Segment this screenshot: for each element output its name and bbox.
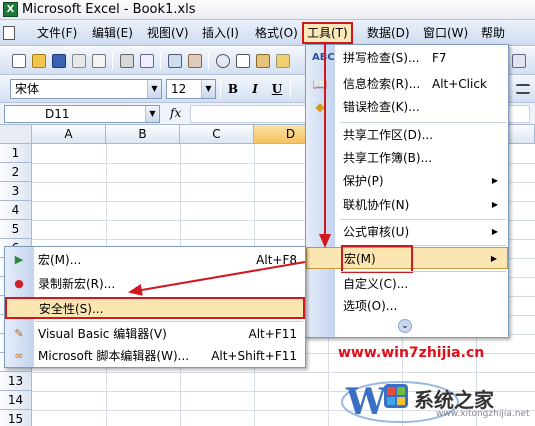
error-check-icon: ◆	[315, 100, 325, 114]
row-header[interactable]: 4	[0, 201, 32, 220]
copy-icon[interactable]	[234, 52, 252, 70]
macro-menu-macros[interactable]: ▶ 宏(M)... Alt+F8	[5, 249, 305, 271]
macro-menu-security[interactable]: 安全性(S)...	[5, 297, 305, 319]
paste-icon[interactable]	[254, 52, 272, 70]
record-icon: ●	[14, 277, 24, 290]
bold-button[interactable]: B	[224, 81, 242, 97]
italic-button[interactable]: I	[246, 81, 264, 97]
tools-menu-share-workbook[interactable]: 共享工作簿(B)...	[306, 147, 508, 169]
insert-function-icon[interactable]: fx	[170, 106, 181, 120]
watermark-url: www.win7zhijia.cn	[338, 345, 485, 361]
chevron-right-icon: ▶	[491, 227, 498, 236]
tools-menu-research[interactable]: 📖 信息检索(R)... Alt+Click	[306, 73, 508, 95]
underline-button[interactable]: U	[268, 81, 286, 97]
cut-icon[interactable]	[214, 52, 232, 70]
tools-menu-spelling[interactable]: ABC 拼写检查(S)... F7	[306, 47, 508, 69]
format-painter-icon[interactable]	[274, 52, 292, 70]
tools-menu-shared-workspace[interactable]: 共享工作区(D)...	[306, 124, 508, 146]
row-header[interactable]: 14	[0, 391, 32, 410]
align-icon[interactable]	[514, 80, 532, 98]
chevron-right-icon: ▶	[490, 254, 497, 263]
tools-menu-protection[interactable]: 保护(P) ▶	[306, 170, 508, 192]
chevron-down-icon[interactable]: ▼	[147, 80, 161, 98]
menu-data[interactable]: 数据(D)	[364, 24, 413, 42]
svg-text:W: W	[345, 381, 387, 423]
open-icon[interactable]	[30, 52, 48, 70]
preview-icon[interactable]	[138, 52, 156, 70]
workbook-control-icon[interactable]	[2, 24, 15, 42]
menu-window[interactable]: 窗口(W)	[420, 24, 471, 42]
script-editor-icon: ∞	[14, 349, 24, 362]
spelling-icon[interactable]	[166, 52, 184, 70]
print-preview-icon[interactable]	[90, 52, 108, 70]
excel-app-icon[interactable]: X	[3, 2, 18, 17]
vb-editor-icon: ✎	[14, 327, 24, 340]
chevron-right-icon: ▶	[491, 176, 498, 185]
font-size-combo[interactable]: 12 ▼	[166, 79, 216, 99]
column-header-a[interactable]: A	[32, 125, 106, 144]
tools-menu-error-check[interactable]: ◆ 错误检查(K)...	[306, 96, 508, 118]
macro-menu-script-editor[interactable]: ∞ Microsoft 脚本编辑器(W)... Alt+Shift+F11	[5, 345, 305, 367]
menu-tools[interactable]: 工具(T)	[302, 22, 353, 44]
title-bar: X Microsoft Excel - Book1.xls	[0, 0, 535, 20]
chevron-down-icon[interactable]: ▼	[145, 106, 159, 122]
chevron-down-icon[interactable]: ▼	[201, 80, 215, 98]
row-header[interactable]: 3	[0, 182, 32, 201]
macro-menu-vb-editor[interactable]: ✎ Visual Basic 编辑器(V) Alt+F11	[5, 323, 305, 345]
menu-format[interactable]: 格式(O)	[252, 24, 301, 42]
tools-menu-options[interactable]: 选项(O)...	[306, 295, 508, 317]
row-header[interactable]: 5	[0, 220, 32, 239]
tools-menu-macro[interactable]: 宏(M) ▶	[306, 245, 508, 273]
menu-insert[interactable]: 插入(I)	[199, 24, 242, 42]
font-name-value: 宋体	[15, 82, 40, 96]
chevron-right-icon: ▶	[491, 200, 498, 209]
menu-view[interactable]: 视图(V)	[144, 24, 192, 42]
column-header-b[interactable]: B	[106, 125, 180, 144]
tools-menu-customize[interactable]: 自定义(C)...	[306, 273, 508, 295]
research-icon: 📖	[312, 77, 328, 91]
menu-file[interactable]: 文件(F)	[34, 24, 80, 42]
tools-menu-online-collaboration[interactable]: 联机协作(N) ▶	[306, 194, 508, 216]
research-icon[interactable]	[186, 52, 204, 70]
new-icon[interactable]	[10, 52, 28, 70]
tools-menu-formula-auditing[interactable]: 公式审核(U) ▶	[306, 221, 508, 243]
print-icon[interactable]	[118, 52, 136, 70]
row-header[interactable]: 1	[0, 144, 32, 163]
play-macro-icon: ▶	[14, 253, 24, 266]
window-title: Microsoft Excel - Book1.xls	[22, 2, 196, 17]
sort-icon[interactable]	[510, 52, 528, 70]
chevron-expand-icon[interactable]: ⌄	[398, 319, 412, 333]
permission-icon[interactable]	[70, 52, 88, 70]
save-icon[interactable]	[50, 52, 68, 70]
menu-bar: 文件(F) 编辑(E) 视图(V) 插入(I) 格式(O) 工具(T) 数据(D…	[0, 20, 535, 46]
name-box[interactable]: D11 ▼	[4, 105, 160, 123]
spellcheck-icon: ABC	[312, 52, 335, 63]
row-header[interactable]: 15	[0, 410, 32, 426]
macro-menu-record[interactable]: ● 录制新宏(R)...	[5, 273, 305, 295]
watermark-site: www.xitongzhijia.net	[436, 409, 530, 419]
menu-help[interactable]: 帮助	[478, 24, 508, 42]
column-header-c[interactable]: C	[180, 125, 254, 144]
font-name-combo[interactable]: 宋体 ▼	[10, 79, 162, 99]
select-all-corner[interactable]	[0, 125, 32, 144]
tools-menu: ABC 拼写检查(S)... F7 📖 信息检索(R)... Alt+Click…	[305, 44, 509, 338]
menu-edit[interactable]: 编辑(E)	[89, 24, 136, 42]
row-header[interactable]: 2	[0, 163, 32, 182]
name-box-value: D11	[45, 107, 70, 121]
row-header[interactable]: 13	[0, 372, 32, 391]
macro-submenu: ▶ 宏(M)... Alt+F8 ● 录制新宏(R)... 安全性(S)... …	[4, 246, 306, 368]
font-size-value: 12	[171, 82, 187, 96]
